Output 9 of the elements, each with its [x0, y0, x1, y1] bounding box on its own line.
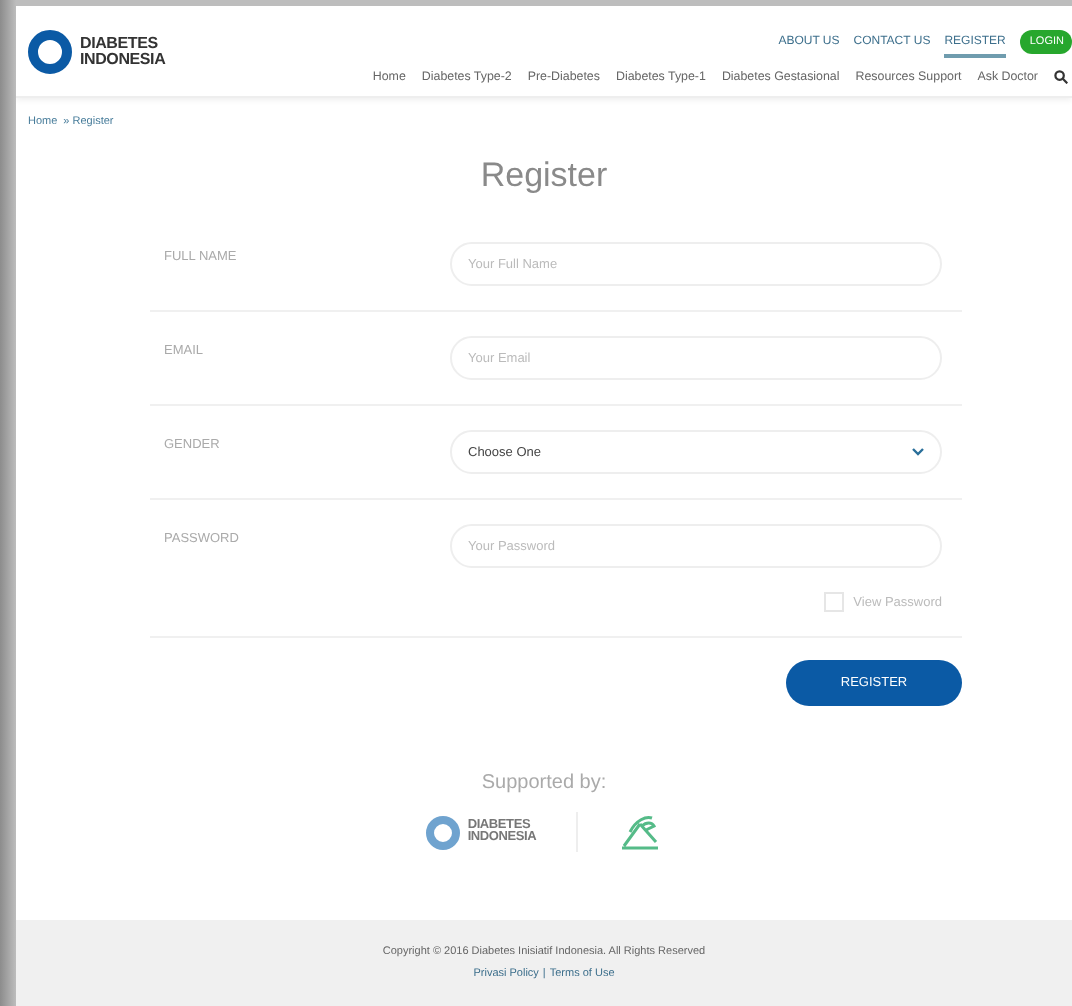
- logo-ring-icon: [425, 815, 460, 849]
- logo-text: DIABETES INDONESIA: [80, 35, 166, 67]
- partner-logo-icon: [618, 812, 663, 852]
- page-title: Register: [478, 156, 610, 196]
- supported-title: Supported by:: [481, 772, 607, 794]
- logo-ring-icon: [28, 29, 72, 73]
- search-icon[interactable]: [1054, 70, 1068, 84]
- chevron-down-icon: [912, 448, 924, 456]
- checkbox[interactable]: [823, 592, 844, 612]
